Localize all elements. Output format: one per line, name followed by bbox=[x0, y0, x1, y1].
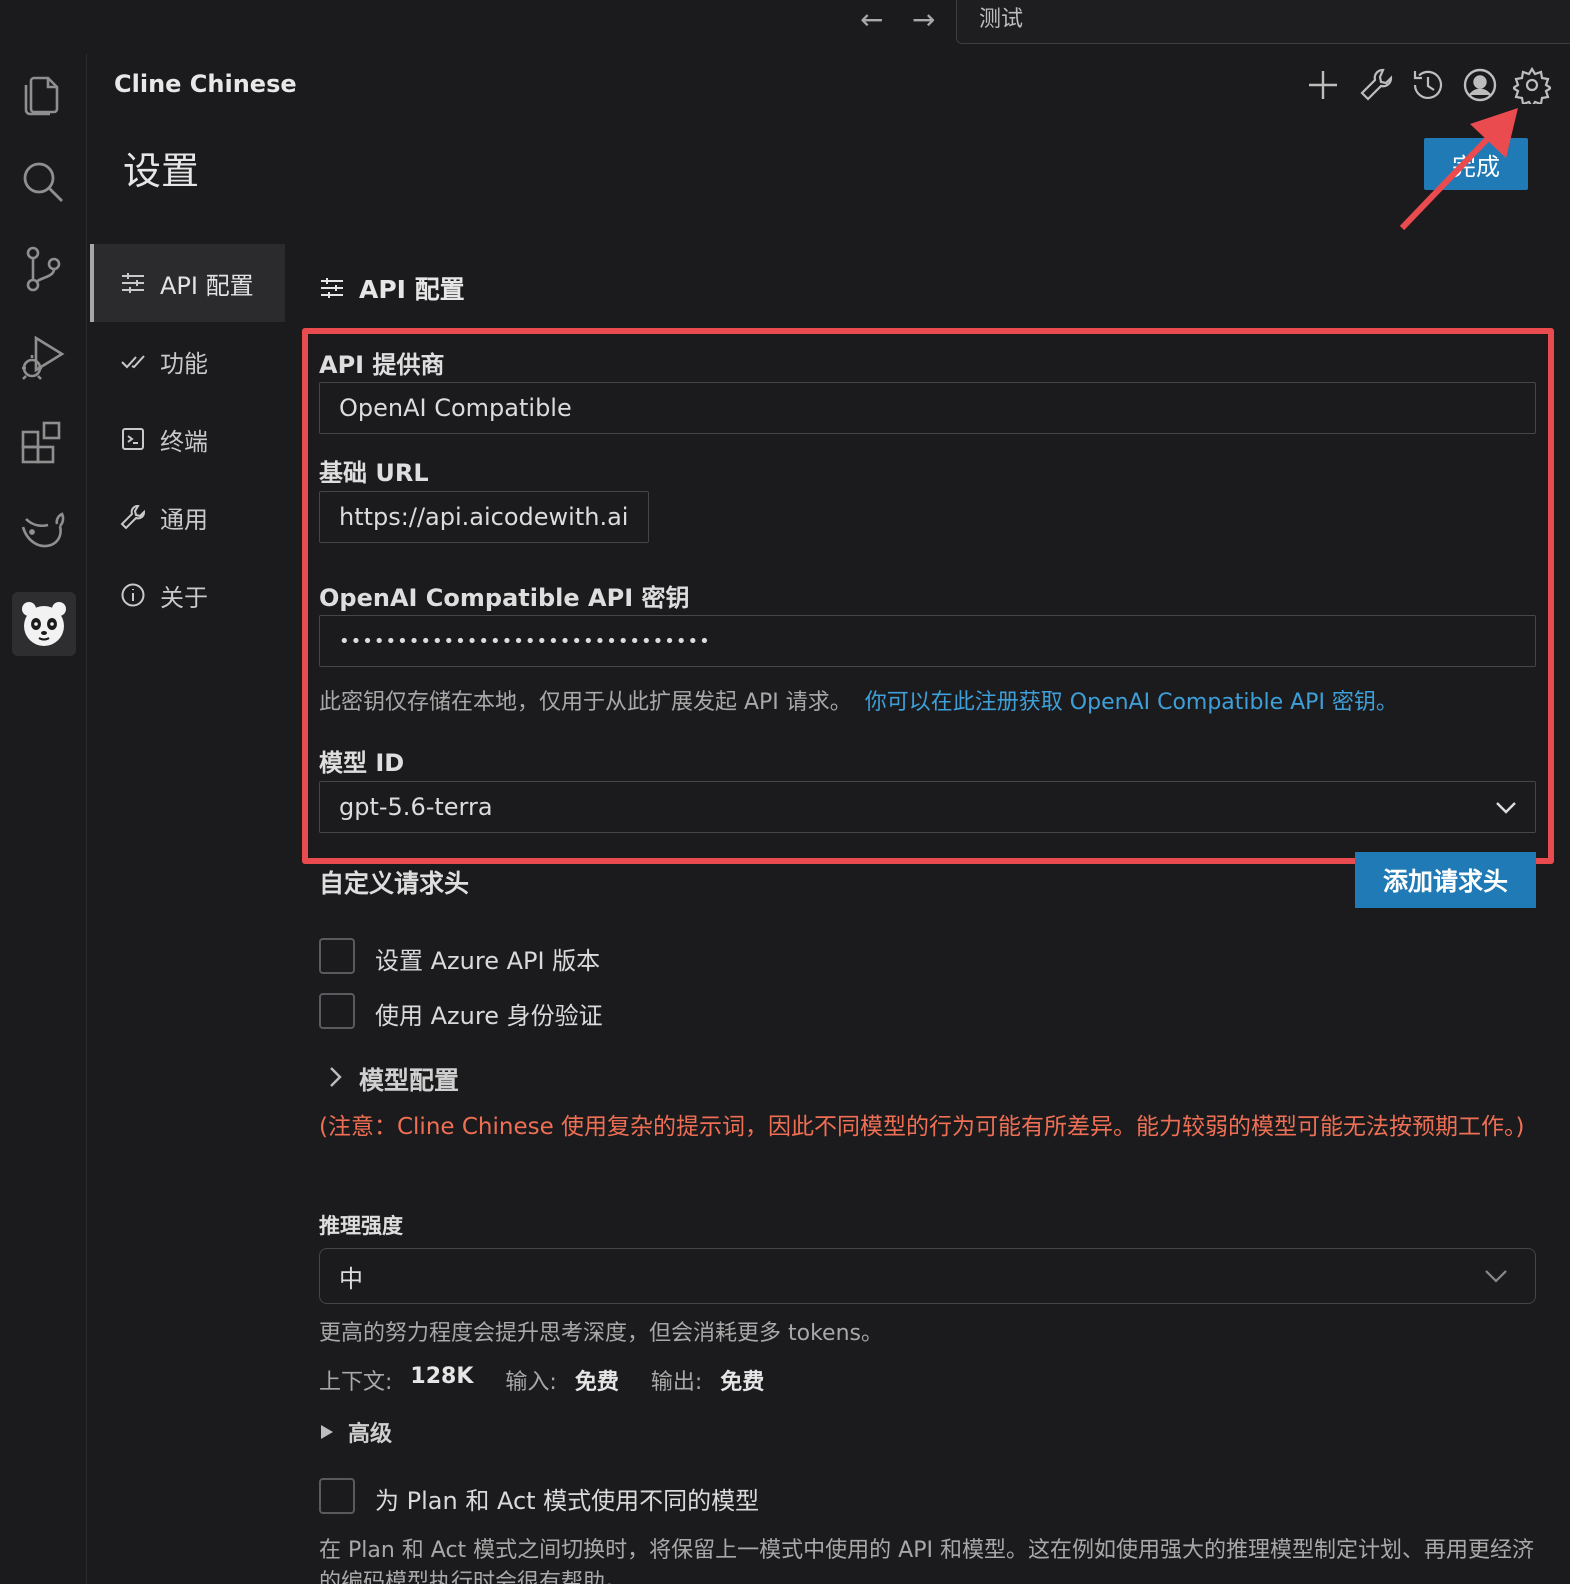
section-title: API 配置 bbox=[359, 275, 465, 304]
advanced-toggle[interactable]: 高级 bbox=[348, 1416, 392, 1448]
view-title: Cline Chinese bbox=[114, 70, 297, 98]
chevron-right-icon[interactable] bbox=[326, 1064, 344, 1090]
reasoning-label: 推理强度 bbox=[319, 1214, 403, 1238]
terminal-icon bbox=[122, 428, 144, 450]
input-label: 输入: bbox=[505, 1370, 557, 1395]
model-warning: (注意：Cline Chinese 使用复杂的提示词，因此不同模型的行为可能有所… bbox=[319, 1114, 1525, 1140]
reasoning-value: 中 bbox=[339, 1264, 363, 1293]
nav-item-label: 关于 bbox=[160, 583, 208, 612]
page-title: 设置 bbox=[123, 149, 200, 193]
whale-icon[interactable] bbox=[18, 505, 68, 555]
reasoning-help: 更高的努力程度会提升思考深度，但会消耗更多 tokens。 bbox=[319, 1321, 883, 1346]
explorer-icon[interactable] bbox=[18, 70, 68, 120]
custom-headers-title: 自定义请求头 bbox=[319, 869, 470, 898]
triangle-right-icon[interactable] bbox=[320, 1424, 334, 1440]
azure-identity-checkbox[interactable] bbox=[319, 993, 355, 1029]
nav-item-label: 通用 bbox=[160, 505, 208, 534]
context-label: 上下文: bbox=[319, 1370, 393, 1395]
nav-item-about[interactable]: 关于 bbox=[90, 556, 285, 634]
context-value: 128K bbox=[410, 1364, 474, 1389]
reasoning-select[interactable]: 中 bbox=[319, 1248, 1536, 1304]
back-arrow-icon[interactable]: ← bbox=[860, 0, 883, 40]
gear-icon[interactable] bbox=[1513, 66, 1551, 104]
extensions-icon[interactable] bbox=[18, 418, 68, 468]
panda-icon bbox=[22, 602, 66, 646]
nav-item-general[interactable]: 通用 bbox=[90, 478, 285, 556]
command-center-search[interactable]: 测试 bbox=[956, 0, 1570, 44]
plan-act-label: 为 Plan 和 Act 模式使用不同的模型 bbox=[375, 1487, 760, 1515]
model-config-toggle[interactable]: 模型配置 bbox=[359, 1061, 459, 1097]
run-debug-icon[interactable] bbox=[18, 332, 68, 382]
annotation-arrow-icon bbox=[1399, 108, 1518, 231]
chevron-down-icon bbox=[1485, 1270, 1507, 1283]
history-icon[interactable] bbox=[1409, 66, 1447, 104]
azure-version-checkbox[interactable] bbox=[319, 938, 355, 974]
nav-item-label: 功能 bbox=[160, 349, 208, 378]
nav-item-api-config[interactable]: API 配置 bbox=[90, 244, 285, 322]
wrench-icon[interactable] bbox=[1357, 66, 1395, 104]
info-icon bbox=[121, 583, 145, 607]
output-value: 免费 bbox=[720, 1370, 765, 1395]
source-control-icon[interactable] bbox=[18, 244, 68, 294]
plan-act-checkbox[interactable] bbox=[319, 1478, 355, 1514]
input-value: 免费 bbox=[574, 1370, 619, 1395]
highlight-annotation bbox=[302, 328, 1554, 864]
forward-arrow-icon[interactable]: → bbox=[912, 0, 935, 40]
plan-act-help: 在 Plan 和 Act 模式之间切换时，将保留上一模式中使用的 API 和模型… bbox=[319, 1538, 1534, 1584]
nav-item-label: 终端 bbox=[160, 427, 208, 456]
section-header: API 配置 bbox=[319, 270, 465, 306]
check-icon bbox=[121, 355, 145, 369]
sliders-icon bbox=[122, 273, 144, 293]
azure-identity-label: 使用 Azure 身份验证 bbox=[375, 1002, 603, 1030]
sliders-icon bbox=[321, 278, 343, 298]
account-icon[interactable] bbox=[1461, 66, 1499, 104]
output-label: 输出: bbox=[650, 1370, 703, 1395]
nav-item-label: API 配置 bbox=[160, 271, 254, 300]
plus-icon[interactable] bbox=[1304, 66, 1342, 104]
nav-item-features[interactable]: 功能 bbox=[90, 322, 285, 400]
nav-item-terminal[interactable]: 终端 bbox=[90, 400, 285, 478]
model-stats: 上下文: 128K 输入: 免费 输出: 免费 bbox=[319, 1364, 764, 1396]
add-header-button[interactable]: 添加请求头 bbox=[1355, 852, 1536, 908]
search-icon[interactable] bbox=[18, 157, 68, 207]
wrench-icon bbox=[120, 505, 145, 530]
azure-version-label: 设置 Azure API 版本 bbox=[375, 947, 601, 975]
